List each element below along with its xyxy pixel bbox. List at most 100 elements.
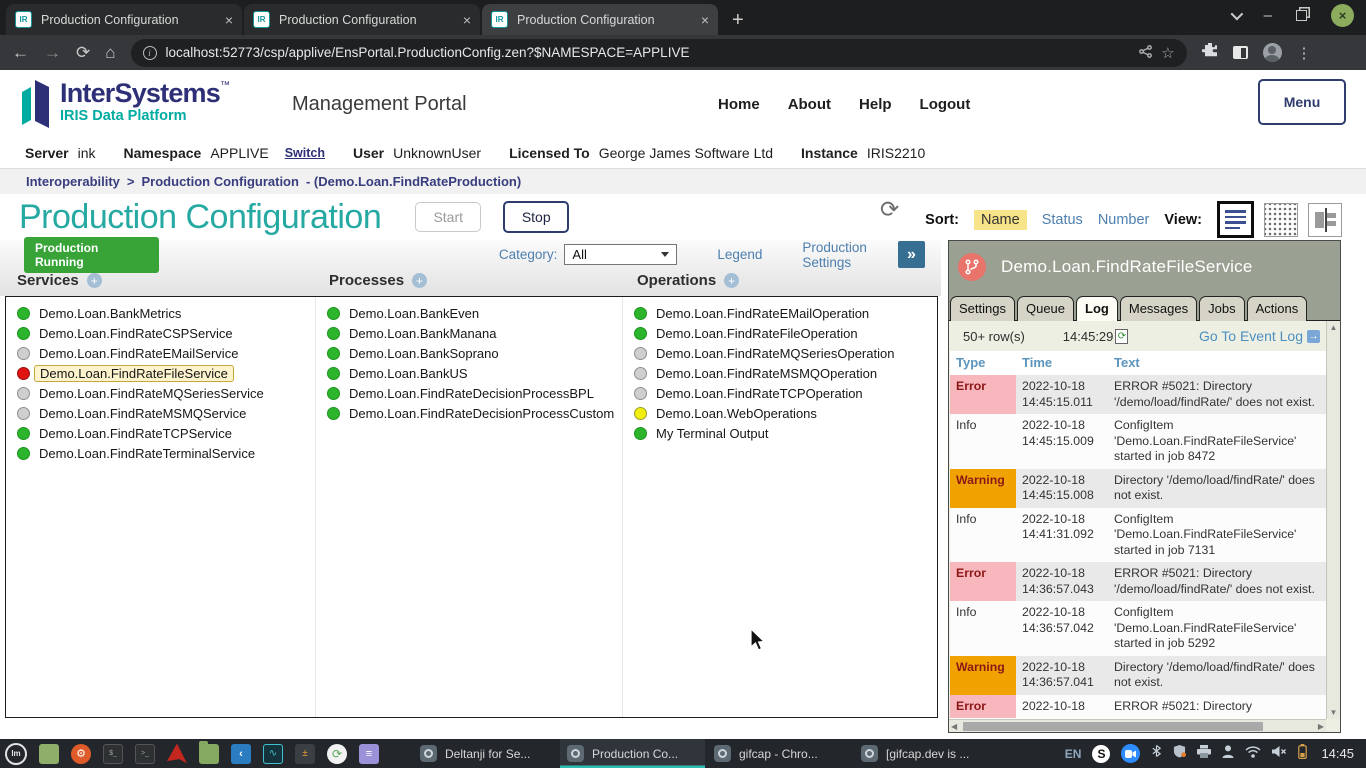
tab-messages[interactable]: Messages <box>1120 296 1197 321</box>
config-item[interactable]: Demo.Loan.FindRateMSMQOperation <box>634 363 894 383</box>
category-select[interactable]: All <box>564 244 677 265</box>
breadcrumb-section[interactable]: Interoperability <box>26 174 120 189</box>
config-item[interactable]: Demo.Loan.FindRateDecisionProcessCustom <box>327 403 622 423</box>
legend-link[interactable]: Legend <box>717 247 762 262</box>
language-indicator[interactable]: EN <box>1065 747 1082 761</box>
tab-jobs[interactable]: Jobs <box>1199 296 1244 321</box>
config-item[interactable]: Demo.Loan.BankEven <box>327 303 622 323</box>
log-refresh-icon[interactable]: ⟳ <box>1115 329 1128 344</box>
tab-settings[interactable]: Settings <box>950 296 1015 321</box>
browser-menu-icon[interactable]: ⋮ <box>1297 44 1312 62</box>
browser-tab[interactable]: IRProduction Configuration× <box>244 4 480 35</box>
window-button[interactable]: Production Co... <box>560 739 705 768</box>
config-item[interactable]: Demo.Loan.FindRateFileService <box>17 363 315 383</box>
new-tab-button[interactable]: + <box>732 10 744 30</box>
nav-link-home[interactable]: Home <box>718 96 760 113</box>
config-item[interactable]: Demo.Loan.FindRateTCPOperation <box>634 383 894 403</box>
mint-menu-icon[interactable] <box>5 743 27 765</box>
stop-button[interactable]: Stop <box>503 201 569 233</box>
config-item[interactable]: Demo.Loan.FindRateFileOperation <box>634 323 894 343</box>
config-item[interactable]: My Terminal Output <box>634 423 894 443</box>
restore-button[interactable] <box>1296 10 1307 21</box>
file-manager-icon[interactable] <box>199 744 219 764</box>
window-button[interactable]: [gifcap.dev is ... <box>854 739 999 768</box>
config-item[interactable]: Demo.Loan.BankMetrics <box>17 303 315 323</box>
site-info-icon[interactable]: i <box>143 46 157 60</box>
profile-avatar[interactable] <box>1263 43 1282 62</box>
scrollbar-thumb[interactable] <box>963 722 1263 731</box>
log-horizontal-scrollbar[interactable]: ◀▶ <box>949 719 1326 732</box>
nav-link-logout[interactable]: Logout <box>920 96 971 113</box>
config-item[interactable]: Demo.Loan.FindRateEMailService <box>17 343 315 363</box>
user-account-icon[interactable] <box>1222 745 1234 763</box>
zoom-icon[interactable] <box>1121 744 1140 763</box>
rust-app-icon[interactable] <box>71 744 91 764</box>
window-button[interactable]: gifcap - Chro... <box>707 739 852 768</box>
terminal-1-icon[interactable] <box>103 744 123 764</box>
wave-app-icon[interactable] <box>263 744 283 764</box>
tab-close-icon[interactable]: × <box>225 12 233 28</box>
extensions-puzzle-icon[interactable] <box>1202 42 1218 63</box>
menu-button[interactable]: Menu <box>1258 79 1346 125</box>
terminal-2-icon[interactable] <box>135 744 155 764</box>
tab-close-icon[interactable]: × <box>463 12 471 28</box>
config-item[interactable]: Demo.Loan.FindRateCSPService <box>17 323 315 343</box>
battery-icon[interactable] <box>1298 744 1307 764</box>
nav-link-help[interactable]: Help <box>859 96 892 113</box>
browser-tab[interactable]: IRProduction Configuration× <box>482 4 718 35</box>
config-item[interactable]: Demo.Loan.BankUS <box>327 363 622 383</box>
config-item[interactable]: Demo.Loan.BankManana <box>327 323 622 343</box>
volume-muted-icon[interactable] <box>1272 745 1287 763</box>
config-item[interactable]: Demo.Loan.WebOperations <box>634 403 894 423</box>
red-app-icon[interactable] <box>167 744 187 764</box>
window-manager-icon[interactable] <box>39 744 59 764</box>
sort-option-status[interactable]: Status <box>1042 212 1083 228</box>
printer-icon[interactable] <box>1197 745 1211 763</box>
home-icon[interactable]: ⌂ <box>105 44 115 61</box>
close-window-button[interactable]: × <box>1331 4 1354 27</box>
bluetooth-icon[interactable] <box>1151 744 1162 763</box>
start-button[interactable]: Start <box>415 202 481 232</box>
nav-link-about[interactable]: About <box>788 96 831 113</box>
config-item[interactable]: Demo.Loan.FindRateMSMQService <box>17 403 315 423</box>
refresh-spinner-icon[interactable]: ⟳ <box>880 196 899 223</box>
bookmark-star-icon[interactable]: ☆ <box>1161 44 1174 62</box>
sync-app-icon[interactable] <box>327 744 347 764</box>
share-icon[interactable] <box>1139 45 1152 61</box>
back-icon[interactable]: ← <box>12 44 29 61</box>
security-shield-icon[interactable] <box>1173 744 1186 763</box>
window-button[interactable]: Deltanji for Se... <box>413 739 558 768</box>
wifi-icon[interactable] <box>1245 745 1261 763</box>
browser-tab[interactable]: IRProduction Configuration× <box>6 4 242 35</box>
skype-icon[interactable]: S <box>1092 745 1110 763</box>
config-item[interactable]: Demo.Loan.BankSoprano <box>327 343 622 363</box>
vscode-icon[interactable] <box>231 744 251 764</box>
log-vertical-scrollbar[interactable]: ▲▼ <box>1326 321 1340 719</box>
go-to-event-log-link[interactable]: Go To Event Log → <box>1199 328 1320 344</box>
tab-actions[interactable]: Actions <box>1247 296 1308 321</box>
config-item[interactable]: Demo.Loan.FindRateEMailOperation <box>634 303 894 323</box>
address-bar[interactable]: i localhost:52773/csp/applive/EnsPortal.… <box>131 39 1187 67</box>
sort-option-number[interactable]: Number <box>1098 212 1150 228</box>
config-item[interactable]: Demo.Loan.FindRateMQSeriesService <box>17 383 315 403</box>
config-item[interactable]: Demo.Loan.FindRateMQSeriesOperation <box>634 343 894 363</box>
list-view-icon[interactable] <box>1217 201 1254 238</box>
tab-log[interactable]: Log <box>1076 296 1118 321</box>
tab-queue[interactable]: Queue <box>1017 296 1074 321</box>
reload-icon[interactable]: ⟳ <box>76 44 90 61</box>
grid-view-icon[interactable] <box>1264 203 1298 237</box>
config-item[interactable]: Demo.Loan.FindRateTerminalService <box>17 443 315 463</box>
sidebar-toggle-icon[interactable] <box>1233 46 1248 59</box>
forward-icon[interactable]: → <box>44 44 61 61</box>
add-item-button[interactable]: + <box>724 273 739 288</box>
expand-panel-button[interactable]: » <box>898 241 925 268</box>
notes-app-icon[interactable] <box>359 744 379 764</box>
tab-close-icon[interactable]: × <box>701 12 709 28</box>
switch-link[interactable]: Switch <box>285 146 325 160</box>
config-item[interactable]: Demo.Loan.FindRateDecisionProcessBPL <box>327 383 622 403</box>
add-item-button[interactable]: + <box>412 273 427 288</box>
calculator-icon[interactable] <box>295 744 315 764</box>
add-item-button[interactable]: + <box>87 273 102 288</box>
split-view-icon[interactable] <box>1308 203 1342 237</box>
tab-search-chevron-icon[interactable] <box>1230 8 1243 21</box>
